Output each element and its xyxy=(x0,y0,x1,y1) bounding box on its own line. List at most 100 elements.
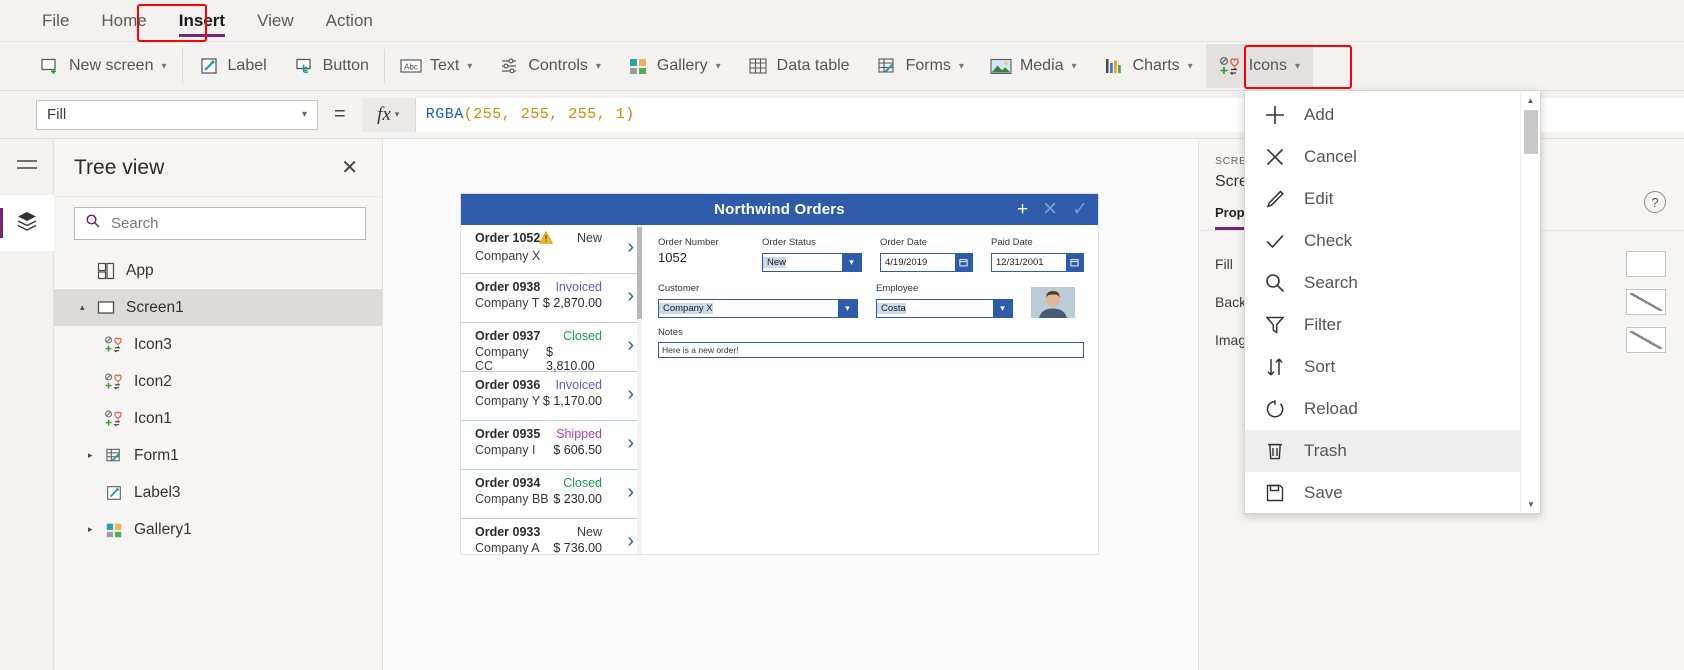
dropdown-item-sort[interactable]: Sort xyxy=(1245,346,1521,388)
orders-gallery[interactable]: Order 1052 New Company X › Order 0938 In… xyxy=(461,225,642,554)
scroll-down-arrow-icon[interactable]: ▼ xyxy=(1521,495,1541,513)
dropdown-item-add[interactable]: Add xyxy=(1245,94,1521,136)
order-status: New xyxy=(576,231,602,245)
ribbon-icons-button[interactable]: Icons ▾ xyxy=(1205,44,1313,88)
customer-dropdown[interactable]: Company X ▾ xyxy=(658,299,858,318)
tree-item-app[interactable]: App xyxy=(54,252,382,289)
dropdown-scroll-thumb[interactable] xyxy=(1524,110,1538,154)
ribbon-data-table-button[interactable]: Data table xyxy=(734,44,863,88)
plus-icon[interactable]: + xyxy=(1017,200,1028,219)
menu-item-action[interactable]: Action xyxy=(310,0,389,42)
notes-input[interactable]: Here is a new order! xyxy=(658,342,1084,358)
gallery-item[interactable]: Order 1052 New Company X › xyxy=(461,225,642,274)
paid-date-picker[interactable]: 12/31/2001 xyxy=(991,253,1084,272)
rail-tree-view-button[interactable] xyxy=(0,195,54,251)
dropdown-item-cancel[interactable]: Cancel xyxy=(1245,136,1521,178)
chevron-right-icon[interactable]: › xyxy=(627,482,634,502)
formula-close-paren: ) xyxy=(625,106,635,123)
order-company: Company CC xyxy=(475,345,529,373)
tree-search-wrap: Search xyxy=(54,197,382,252)
dropdown-item-check[interactable]: Check xyxy=(1245,220,1521,262)
gallery-item[interactable]: Order 0935 Shipped Company I $ 606.50 › xyxy=(461,421,642,470)
ribbon-media-button[interactable]: Media ▾ xyxy=(977,44,1090,88)
background-image-swatch[interactable] xyxy=(1626,289,1666,315)
calendar-icon[interactable] xyxy=(955,254,972,271)
chevron-down-icon: ▾ xyxy=(595,60,601,72)
tree-item-icon1[interactable]: Icon1 xyxy=(54,400,382,437)
tree-item-screen1[interactable]: ▴ Screen1 xyxy=(54,289,382,326)
gallery-item[interactable]: Order 0938 Invoiced Company T $ 2,870.00… xyxy=(461,274,642,323)
dropdown-item-trash[interactable]: Trash xyxy=(1245,430,1521,472)
ribbon-label-button[interactable]: Label xyxy=(185,44,280,88)
dropdown-item-reload[interactable]: Reload xyxy=(1245,388,1521,430)
dropdown-item-label: Filter xyxy=(1304,315,1342,334)
menu-item-home[interactable]: Home xyxy=(85,0,162,42)
button-icon xyxy=(293,55,315,77)
ribbon-button-button[interactable]: Button xyxy=(280,44,382,88)
tree-item-form1[interactable]: ▸ Form1 xyxy=(54,437,382,474)
dropdown-item-filter[interactable]: Filter xyxy=(1245,304,1521,346)
close-icon[interactable]: ✕ xyxy=(1042,200,1058,219)
dropdown-item-label: Add xyxy=(1304,105,1335,124)
close-icon[interactable]: ✕ xyxy=(341,158,358,178)
ribbon-forms-button[interactable]: Forms ▾ xyxy=(863,44,977,88)
employee-dropdown[interactable]: Costa ▾ xyxy=(876,299,1013,318)
menu-item-file[interactable]: File xyxy=(26,0,85,42)
scroll-up-arrow-icon[interactable]: ▲ xyxy=(1521,91,1540,109)
chevron-right-icon[interactable]: ▸ xyxy=(88,524,102,535)
ribbon-charts-button[interactable]: Charts ▾ xyxy=(1090,44,1206,88)
menu-item-view[interactable]: View xyxy=(241,0,310,42)
menu-item-insert[interactable]: Insert xyxy=(163,0,241,42)
fx-button[interactable]: fx ▾ xyxy=(361,97,416,132)
gallery-item[interactable]: Order 0934 Closed Company BB $ 230.00 › xyxy=(461,470,642,519)
chevron-right-icon[interactable]: › xyxy=(627,237,634,257)
image-position-swatch[interactable] xyxy=(1626,327,1666,353)
field-label: Order Status xyxy=(762,237,816,248)
order-status-dropdown[interactable]: New ▾ xyxy=(762,253,862,272)
dropdown-item-search[interactable]: Search xyxy=(1245,262,1521,304)
order-date-picker[interactable]: 4/19/2019 xyxy=(880,253,973,272)
chevron-right-icon[interactable]: › xyxy=(627,335,634,355)
chevron-down-icon[interactable]: ▾ xyxy=(842,254,861,271)
field-value: Costa xyxy=(877,303,906,314)
fill-color-swatch[interactable] xyxy=(1626,251,1666,277)
chevron-right-icon[interactable]: › xyxy=(627,433,634,453)
calendar-icon[interactable] xyxy=(1066,254,1083,271)
tree-item-icon3[interactable]: Icon3 xyxy=(54,326,382,363)
tree-item-label3[interactable]: Label3 xyxy=(54,474,382,511)
tree-item-gallery1[interactable]: ▸ Gallery1 xyxy=(54,511,382,548)
text-abc-icon: Abc xyxy=(400,55,422,77)
dropdown-scrollbar[interactable]: ▲ ▼ xyxy=(1520,91,1540,513)
form-icon xyxy=(102,447,126,465)
chevron-down-icon[interactable]: ▾ xyxy=(838,300,857,317)
chevron-down-icon[interactable]: ▴ xyxy=(80,302,94,313)
tree-item-icon2[interactable]: Icon2 xyxy=(54,363,382,400)
tree-item-label: Screen1 xyxy=(126,298,184,316)
property-selector[interactable]: Fill ▾ xyxy=(36,99,318,130)
chevron-right-icon[interactable]: › xyxy=(627,384,634,404)
chevron-right-icon[interactable]: ▸ xyxy=(88,450,102,461)
hamburger-menu-button[interactable] xyxy=(0,139,54,195)
chevron-right-icon[interactable]: › xyxy=(627,531,634,551)
ribbon-text-button[interactable]: Abc Text ▾ xyxy=(387,44,485,88)
active-tab-underline xyxy=(178,33,226,37)
ribbon-gallery-button[interactable]: Gallery ▾ xyxy=(614,44,734,88)
order-status: Invoiced xyxy=(555,280,602,294)
order-status: Invoiced xyxy=(555,378,602,392)
ribbon-controls-button[interactable]: Controls ▾ xyxy=(485,44,614,88)
dropdown-item-save[interactable]: Save xyxy=(1245,472,1521,514)
gallery-item[interactable]: Order 0936 Invoiced Company Y $ 1,170.00… xyxy=(461,372,642,421)
field-label: Paid Date xyxy=(991,237,1033,248)
tree-search-box[interactable]: Search xyxy=(74,207,366,240)
property-selector-value: Fill xyxy=(47,106,67,123)
chevron-down-icon[interactable]: ▾ xyxy=(993,300,1012,317)
ribbon-new-screen-button[interactable]: New screen ▾ xyxy=(26,44,180,88)
field-value: Company X xyxy=(659,303,713,314)
chevron-right-icon[interactable]: › xyxy=(627,286,634,306)
help-icon[interactable]: ? xyxy=(1644,191,1666,213)
dropdown-item-label: Reload xyxy=(1304,399,1358,418)
gallery-item[interactable]: Order 0937 Closed Company CC $ 3,810.00 … xyxy=(461,323,642,373)
dropdown-item-edit[interactable]: Edit xyxy=(1245,178,1521,220)
gallery-item[interactable]: Order 0933 New Company A $ 736.00 › xyxy=(461,519,642,554)
check-icon[interactable]: ✓ xyxy=(1072,200,1088,219)
